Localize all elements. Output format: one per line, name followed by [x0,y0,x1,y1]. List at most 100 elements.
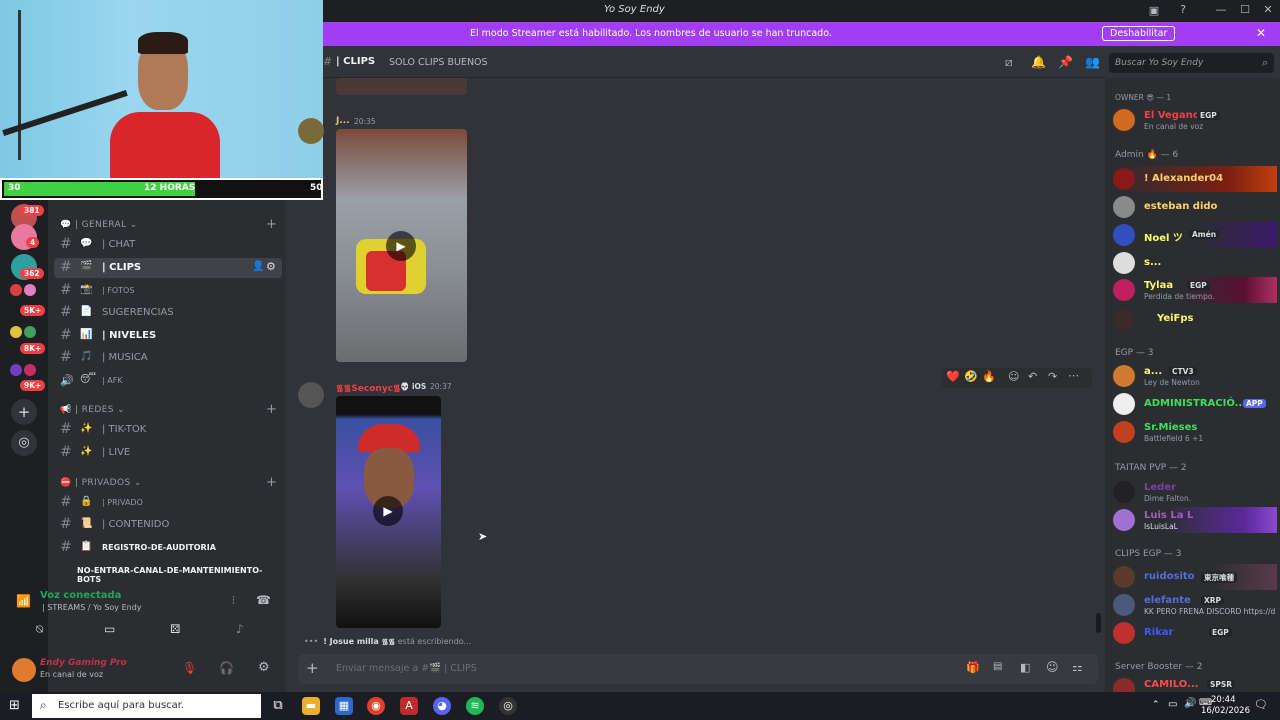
video-attachment[interactable] [336,78,467,95]
channel-clips[interactable]: # 🎬 | CLIPS 👤 ⚙ [54,258,282,278]
obs-icon[interactable]: ◎ [499,697,517,715]
members-icon[interactable]: 👥 [1085,55,1100,69]
member-item[interactable]: CAMILO... SPSR [1113,676,1277,692]
video-attachment[interactable]: ▶ [336,396,441,628]
member-item[interactable]: Leder Dime Falton. [1113,479,1277,505]
camera-off-icon[interactable]: ⍉ [36,622,43,637]
disable-streamer-button[interactable]: Deshabilitar [1102,26,1176,41]
server-icon[interactable] [10,326,22,338]
more-icon[interactable]: ⋯ [1068,369,1079,382]
play-icon[interactable]: ▶ [373,496,403,526]
network-icon[interactable]: ▭ [1168,699,1177,710]
voice-channel[interactable]: | STREAMS / Yo Soy Endy [42,603,142,612]
server-icon[interactable] [10,364,22,376]
close-window-button[interactable]: ✕ [1260,3,1276,16]
avatar[interactable] [12,658,36,682]
member-item[interactable]: esteban dido [1113,194,1277,220]
forward-icon[interactable]: ↷ [1048,370,1057,383]
tray-chevron-icon[interactable]: ⌃ [1152,700,1160,710]
chrome-icon[interactable]: ◉ [367,697,385,715]
server-icon[interactable] [10,284,22,296]
activities-icon[interactable]: ⚄ [170,622,180,636]
inbox-icon[interactable]: ▣ [1146,4,1162,17]
member-item[interactable]: Noel ツ Amén [1113,222,1277,248]
add-attachment-icon[interactable]: + [306,659,319,677]
member-item[interactable]: Rikar EGP [1113,620,1277,646]
deafen-icon[interactable]: 🎧 [219,661,234,675]
add-server-icon[interactable]: + [11,399,37,425]
reaction-fire[interactable]: 🔥 [982,370,996,383]
windows-start-icon[interactable]: ⊞ [9,698,20,713]
message-author[interactable]: J... [336,116,350,126]
discover-icon[interactable]: ◎ [11,430,37,456]
member-item[interactable]: s... [1113,250,1277,276]
category-privados[interactable]: ⛔ | PRIVADOS ⌄ [60,478,142,488]
bell-icon[interactable]: 🔔 [1031,55,1046,69]
gear-icon[interactable]: ⚙ [266,260,276,273]
member-item[interactable]: Luis La L IsLuisLaL [1113,507,1277,533]
member-item[interactable]: Sr.Mieses Battlefield 6 +1 [1113,419,1277,445]
spotify-icon[interactable]: ≋ [466,697,484,715]
disconnect-icon[interactable]: ☎ [256,593,271,607]
video-attachment[interactable]: ▶ [336,129,467,362]
message-author[interactable]: ᯾᯾Seconyc᯾ [336,381,401,394]
threads-icon[interactable]: ⧄ [1005,55,1013,70]
channel-privado[interactable]: # 🔒 | PRIVADO [54,493,282,513]
store-icon[interactable]: ▦ [335,697,353,715]
member-item[interactable]: a... CTV3 Ley de Newton [1113,363,1277,389]
add-reaction-icon[interactable]: ☺ [1008,370,1019,383]
member-item[interactable]: ! Alexander04 [1113,166,1277,192]
channel-topic[interactable]: SOLO CLIPS BUENOS [389,57,488,68]
server-icon[interactable] [24,284,36,296]
channel-mantenimiento-bots[interactable]: NO-ENTRAR-CANAL-DE-MANTENIMIENTO-BOTS [54,561,282,584]
reaction-heart[interactable]: ❤️ [946,370,960,383]
pin-icon[interactable]: 📌 [1058,55,1073,69]
member-item[interactable]: YeiFps [1113,306,1277,332]
task-view-icon[interactable]: ⧉ [269,697,287,715]
scrollbar[interactable] [1096,613,1101,633]
close-banner-icon[interactable]: ✕ [1256,26,1266,40]
channel-registro-de-auditoria[interactable]: # 📋 REGISTRO-DE-AUDITORIA [54,538,282,558]
channel-contenido[interactable]: # 📜 | CONTENIDO [54,515,282,535]
reply-icon[interactable]: ↶ [1028,370,1037,383]
taskbar-search-input[interactable]: ⌕ Escribe aquí para buscar. [32,694,261,718]
channel-tik-tok[interactable]: # ✨ | TIK-TOK [54,420,282,440]
avatar[interactable] [298,382,324,408]
add-channel-icon[interactable]: + [266,475,277,490]
search-input[interactable]: Buscar Yo Soy Endy ⌕ [1109,53,1274,73]
channel-fotos[interactable]: # 📸 | FOTOS [54,281,282,301]
add-channel-icon[interactable]: + [266,217,277,232]
channel-live[interactable]: # ✨ | LIVE [54,443,282,463]
member-item[interactable]: El Vegano EGP En canal de voz [1113,107,1277,133]
member-item[interactable]: ADMINISTRACIÓ... APP [1113,391,1277,417]
file-explorer-icon[interactable]: ▬ [302,697,320,715]
gift-icon[interactable]: 🎁 [966,661,980,674]
screen-share-icon[interactable]: ▭ [104,622,115,636]
member-item[interactable]: ruidosito 東京喰種 [1113,564,1277,590]
invite-icon[interactable]: 👤 [252,261,264,272]
server-icon[interactable] [24,326,36,338]
volume-icon[interactable]: 🔊 [1184,698,1196,709]
sticker-icon[interactable]: ◧ [1020,661,1030,674]
apps-icon[interactable]: ⚏ [1072,660,1083,674]
play-icon[interactable]: ▶ [386,231,416,261]
emoji-icon[interactable]: ☺ [1046,660,1059,674]
help-icon[interactable]: ? [1175,3,1191,16]
category-redes[interactable]: 📢 | REDES ⌄ [60,405,125,415]
channel-musica[interactable]: # 🎵 | MUSICA [54,348,282,368]
channel-afk[interactable]: 🔊 😴 | AFK [54,371,282,391]
channel-chat[interactable]: # 💬 | CHAT [54,235,282,255]
clock-time[interactable]: 20:44 [1211,695,1236,705]
noise-icon[interactable]: ⫶ [232,594,235,608]
soundboard-icon[interactable]: ♪ [236,622,244,636]
app-icon[interactable]: A [400,697,418,715]
message-input[interactable]: Enviar mensaje a #🎬 | CLIPS [336,663,477,674]
minimize-button[interactable]: — [1213,3,1229,16]
maximize-button[interactable]: ☐ [1237,3,1253,16]
reaction-laugh[interactable]: 🤣 [964,370,978,383]
category-general[interactable]: 💬 | GENERAL ⌄ [60,220,138,230]
add-channel-icon[interactable]: + [266,402,277,417]
mic-muted-icon[interactable]: 🎙 [182,661,197,675]
server-icon[interactable] [24,364,36,376]
clock-date[interactable]: 16/02/2026 [1201,706,1250,716]
